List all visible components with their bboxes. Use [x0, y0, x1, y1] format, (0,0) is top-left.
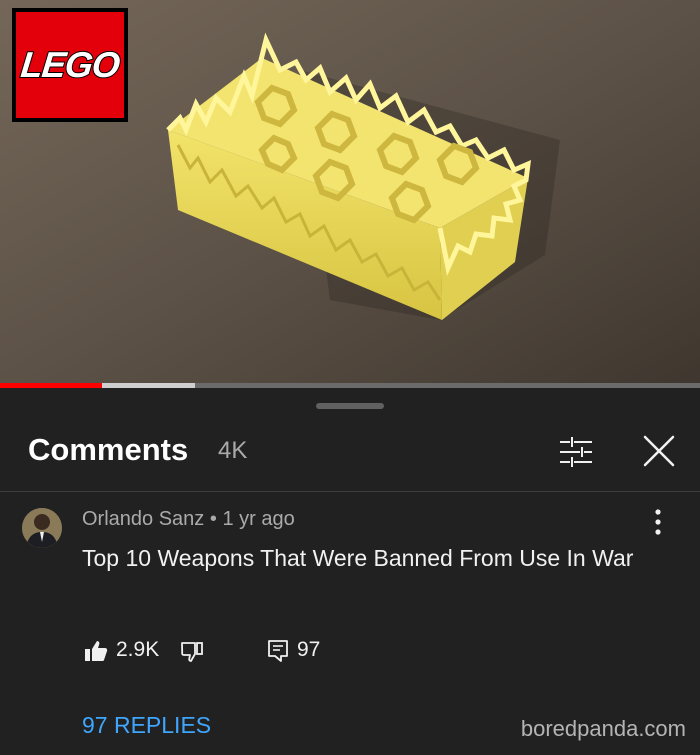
drag-handle[interactable]: [316, 403, 384, 409]
close-icon[interactable]: [642, 434, 676, 472]
dislike-icon[interactable]: [180, 641, 204, 667]
view-replies-button[interactable]: 97 REPLIES: [82, 712, 211, 739]
sort-filter-icon[interactable]: [558, 436, 594, 472]
comment-author[interactable]: Orlando Sanz: [82, 508, 204, 530]
like-count: 2.9K: [116, 638, 160, 661]
watermark: boredpanda.com: [520, 716, 686, 741]
comments-count: 4K: [218, 437, 248, 464]
more-options-icon[interactable]: [650, 508, 666, 540]
reply-icon[interactable]: [267, 639, 289, 667]
avatar[interactable]: [22, 508, 62, 548]
lego-logo-text: LEGO: [18, 43, 122, 86]
comment-meta: Orlando Sanz • 1 yr ago: [82, 508, 295, 531]
reply-count: 97: [297, 638, 321, 661]
like-icon[interactable]: [84, 640, 108, 666]
header-divider: [0, 491, 700, 492]
lego-logo-badge: LEGO: [16, 12, 124, 118]
comments-sheet: Comments 4K Orlando Sanz • 1 yr ago Top …: [0, 388, 700, 755]
video-player[interactable]: LEGO: [0, 0, 700, 385]
meta-separator: •: [209, 508, 217, 530]
lego-logo: LEGO: [12, 8, 128, 122]
comments-title: Comments: [28, 432, 189, 467]
comment-text: Top 10 Weapons That Were Banned From Use…: [82, 545, 634, 571]
comment-timestamp: 1 yr ago: [222, 508, 295, 530]
